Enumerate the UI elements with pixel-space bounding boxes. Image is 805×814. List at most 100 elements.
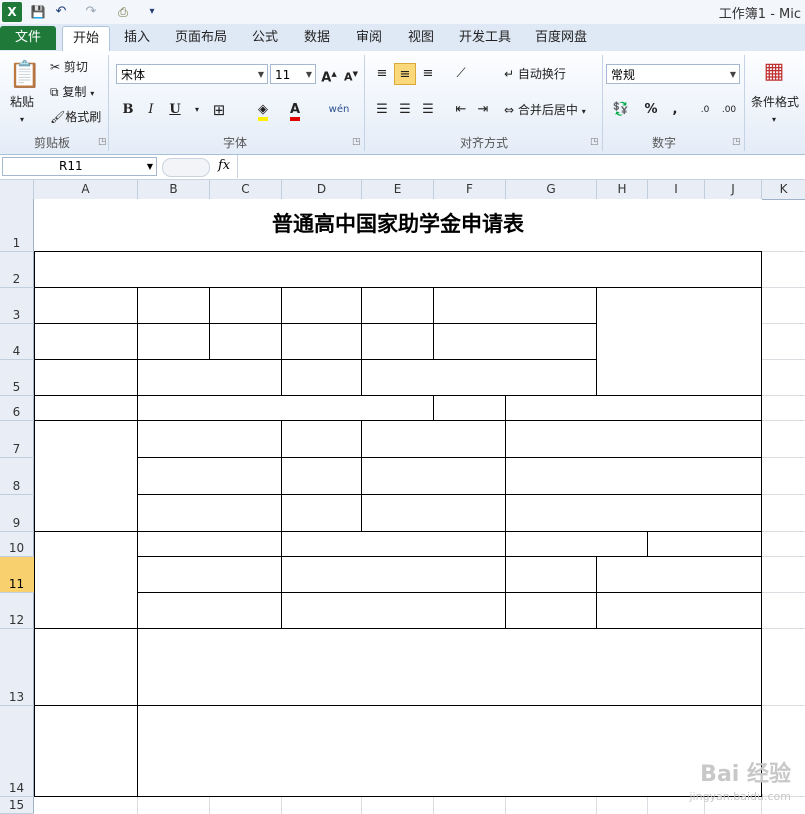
column-header[interactable]: J [705, 180, 762, 199]
customize-icon[interactable]: ▾ [146, 2, 158, 22]
row-number: 4 [12, 344, 21, 358]
row-header[interactable]: 1 [0, 199, 34, 252]
page-title[interactable]: 普通高中国家助学金申请表 [34, 199, 762, 251]
row-header[interactable]: 14 [0, 706, 34, 797]
increase-indent-icon[interactable]: ⇥ [472, 99, 494, 121]
font-launcher-icon[interactable]: ◳ [352, 137, 361, 147]
row-header[interactable]: 5 [0, 360, 34, 396]
align-top-icon[interactable]: ≡ [371, 63, 393, 85]
tab-home[interactable]: 开始 [62, 26, 110, 52]
formula-input[interactable] [237, 155, 805, 178]
form-area[interactable] [34, 252, 762, 797]
wrap-text-button[interactable]: ↵ 自动换行 [504, 65, 566, 83]
align-bottom-icon[interactable]: ≡ [417, 63, 439, 85]
tab-baidu-netdisk[interactable]: 百度网盘 [528, 26, 594, 50]
group-divider [602, 55, 603, 151]
tab-formulas[interactable]: 公式 [244, 26, 286, 50]
row-header[interactable]: 4 [0, 324, 34, 360]
select-all-corner[interactable] [0, 180, 34, 199]
worksheet-grid[interactable]: 普通高中国家助学金申请表 Bai 经验 jingyan.baidu.com [34, 199, 805, 814]
name-box[interactable]: R11 ▼ [2, 157, 157, 176]
row-header[interactable]: 10 [0, 532, 34, 557]
align-right-icon[interactable]: ☰ [417, 99, 439, 121]
row-header[interactable]: 9 [0, 495, 34, 532]
conditional-format-icon[interactable]: ▦ [759, 57, 789, 87]
underline-dropdown-icon[interactable]: ▾ [186, 99, 208, 121]
cut-button[interactable]: ✂ 剪切 [50, 58, 88, 76]
row-header-selected[interactable]: 11 [0, 557, 34, 593]
column-header[interactable]: H [597, 180, 648, 199]
row-header[interactable]: 13 [0, 629, 34, 706]
tab-page-layout[interactable]: 页面布局 [170, 26, 232, 50]
tab-data[interactable]: 数据 [296, 26, 338, 50]
paste-icon[interactable]: 📋 [8, 55, 42, 95]
column-header[interactable]: G [506, 180, 597, 199]
merge-dropdown-icon: ▾ [581, 107, 586, 116]
tab-insert[interactable]: 插入 [114, 26, 160, 50]
brush-icon: 🖌 [50, 110, 66, 124]
paste-dropdown-icon[interactable]: ▾ [20, 111, 24, 129]
orientation-icon[interactable]: ⟋ [450, 63, 472, 85]
row-header[interactable]: 8 [0, 458, 34, 495]
copy-button[interactable]: ⧉ 复制 ▾ [50, 83, 94, 103]
decrease-decimal-icon[interactable]: .00 [718, 99, 740, 121]
column-header[interactable]: C [210, 180, 282, 199]
borders-icon[interactable]: ⊞ [208, 99, 230, 121]
conditional-dropdown-icon[interactable]: ▾ [772, 111, 776, 129]
row-header[interactable]: 12 [0, 593, 34, 629]
fill-color-icon[interactable]: ◈ [252, 99, 274, 121]
number-launcher-icon[interactable]: ◳ [732, 137, 741, 147]
conditional-format-button[interactable]: 条件格式 [751, 93, 799, 111]
underline-button[interactable]: U [164, 99, 186, 121]
italic-button[interactable]: I [140, 99, 162, 121]
group-divider [744, 55, 745, 151]
number-format-combo[interactable]: 常规 ▼ [606, 64, 740, 84]
tab-developer[interactable]: 开发工具 [452, 26, 518, 50]
align-left-icon[interactable]: ☰ [371, 99, 393, 121]
column-header[interactable]: B [138, 180, 210, 199]
row-header[interactable]: 6 [0, 396, 34, 421]
increase-decimal-icon[interactable]: .0 [694, 99, 716, 121]
font-color-icon[interactable]: A [284, 99, 306, 121]
format-painter-button[interactable]: 🖌格式刷 [50, 108, 101, 126]
paste-button[interactable]: 粘贴 [10, 93, 34, 111]
column-header[interactable]: K [762, 180, 805, 199]
grow-font-icon[interactable]: A▲ [318, 63, 340, 85]
chevron-down-icon: ▼ [146, 162, 153, 171]
tab-view[interactable]: 视图 [400, 26, 442, 50]
column-header[interactable]: A [34, 180, 138, 199]
row-header[interactable]: 7 [0, 421, 34, 458]
bold-button[interactable]: B [117, 99, 139, 121]
font-size-combo[interactable]: 11 ▼ [270, 64, 316, 84]
comma-button[interactable]: , [664, 99, 686, 121]
font-name-combo[interactable]: 宋体 ▼ [116, 64, 268, 84]
column-header[interactable]: F [434, 180, 506, 199]
save-icon[interactable]: 💾 [28, 2, 48, 22]
align-center-icon[interactable]: ☰ [394, 99, 416, 121]
align-middle-icon[interactable]: ≡ [394, 63, 416, 85]
border-line [34, 420, 762, 421]
column-header[interactable]: I [648, 180, 705, 199]
phonetic-icon[interactable]: wén [328, 99, 350, 121]
clipboard-launcher-icon[interactable]: ◳ [98, 137, 107, 147]
formula-bar-splitter[interactable] [162, 158, 210, 177]
row-header[interactable]: 15 [0, 797, 34, 814]
tab-file[interactable]: 文件 [0, 26, 56, 50]
row-header[interactable]: 3 [0, 288, 34, 324]
print-preview-icon[interactable]: ⎙ [112, 2, 134, 22]
percent-button[interactable]: % [640, 99, 662, 121]
redo-icon[interactable]: ↷ [82, 2, 100, 22]
row-header[interactable]: 2 [0, 252, 34, 288]
tab-review[interactable]: 审阅 [348, 26, 390, 50]
shrink-font-icon[interactable]: A▼ [340, 63, 362, 85]
title-bar: X 💾 ↶ ↷ ⎙ ▾ 工作簿1 - Mic [0, 0, 805, 24]
column-header[interactable]: E [362, 180, 434, 199]
merge-center-button[interactable]: ⇔ 合并后居中 ▾ [504, 101, 586, 121]
alignment-launcher-icon[interactable]: ◳ [590, 137, 599, 147]
decrease-indent-icon[interactable]: ⇤ [450, 99, 472, 121]
insert-function-icon[interactable]: fx [218, 158, 230, 173]
accounting-format-icon[interactable]: 💱 [610, 99, 632, 121]
undo-icon[interactable]: ↶ [52, 2, 70, 22]
column-header[interactable]: D [282, 180, 362, 199]
row-number: 15 [8, 798, 25, 812]
